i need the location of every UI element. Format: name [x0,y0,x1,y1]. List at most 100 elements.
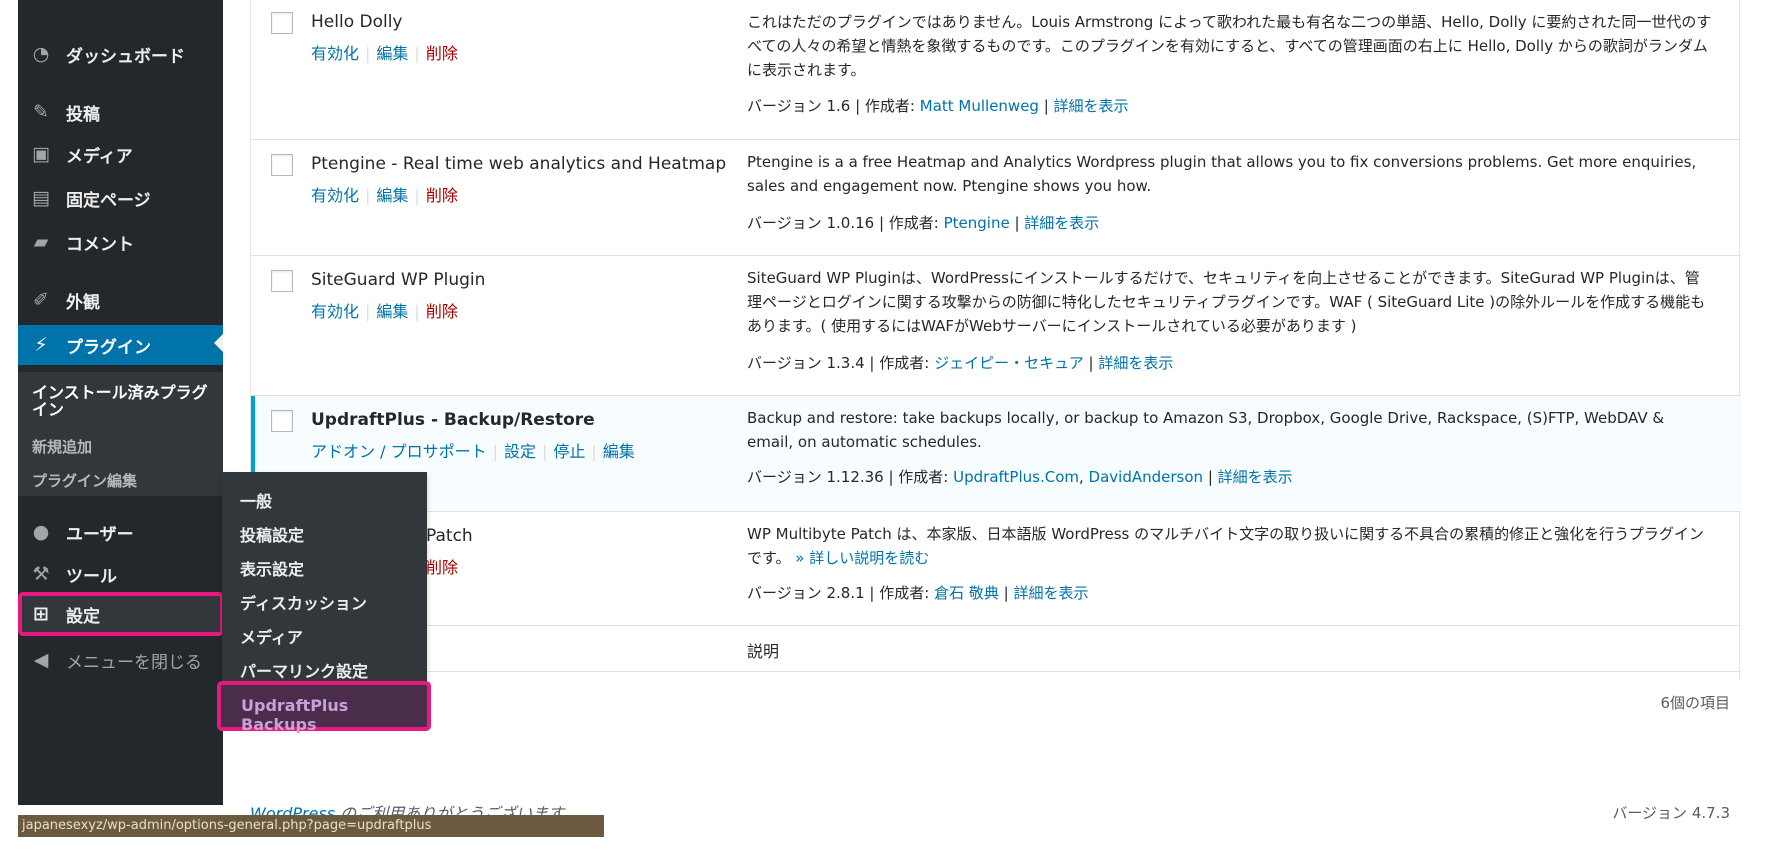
author-link[interactable]: Ptengine [944,214,1010,232]
activate-link[interactable]: 有効化 [311,186,359,205]
page-icon: ▤ [32,187,50,209]
plugins-submenu: インストール済みプラグイン 新規追加 プラグイン編集 [18,372,223,496]
details-link[interactable]: 詳細を表示 [1024,214,1099,232]
author-link[interactable]: ジェイピー・セキュア [934,354,1084,372]
menu-label: ユーザー [66,524,134,545]
browser-status-bar: japanesexyz/wp-admin/options-general.php… [18,815,604,837]
menu-label: ダッシュボード [66,46,185,67]
plugin-version: バージョン 1.12.36 | 作成者: [747,468,954,486]
edit-link[interactable]: 編集 [376,186,408,205]
plugin-name: UpdraftPlus - Backup/Restore [311,410,595,430]
plugin-row-wp-multibyte-patch: Patch 削除 WP Multibyte Patch は、本家版、日本語版 W… [251,512,1741,626]
details-link[interactable]: 詳細を表示 [1218,468,1293,486]
item-count: 6個の項目 [1660,694,1730,712]
menu-label: 投稿 [66,104,100,125]
submenu-add-new[interactable]: 新規追加 [32,436,92,457]
edit-link[interactable]: 編集 [376,302,408,321]
read-more-link[interactable]: » 詳しい説明を読む [795,549,929,567]
plugin-checkbox[interactable] [271,270,293,292]
author2-link[interactable]: DavidAnderson [1089,468,1204,486]
plugin-actions: 有効化 | 編集 | 削除 [311,186,458,205]
menu-label: 固定ページ [66,190,151,211]
menu-pages[interactable]: ▤ 固定ページ [18,180,223,216]
edit-link[interactable]: 編集 [603,442,635,461]
plugin-meta: バージョン 1.12.36 | 作成者: UpdraftPlus.Com, Da… [747,468,1293,486]
plugin-row-updraftplus: UpdraftPlus - Backup/Restore アドオン / プロサポ… [251,396,1741,512]
menu-label: プラグイン [66,337,151,358]
plugin-meta: バージョン 2.8.1 | 作成者: 倉石 敬典 | 詳細を表示 [747,584,1089,602]
addons-support-link[interactable]: アドオン / プロサポート [311,442,487,461]
flyout-updraftplus-label: UpdraftPlus Backups [241,696,349,734]
wrench-icon: ⚒ [32,563,50,585]
plugins-table: Hello Dolly 有効化 | 編集 | 削除 これはただのプラグインではありません… [250,0,1741,680]
flyout-updraftplus-backups[interactable]: UpdraftPlus Backups [217,681,431,734]
menu-label: ツール [66,566,117,587]
settings-highlight-box [18,592,224,636]
appearance-icon: ✐ [33,289,49,311]
flyout-permalinks[interactable]: パーマリンク設定 [240,658,368,682]
details-link[interactable]: 詳細を表示 [1054,97,1129,115]
plugin-name: Patch [426,526,473,546]
delete-link[interactable]: 削除 [426,186,458,205]
delete-link[interactable]: 削除 [426,558,458,577]
plugin-version: バージョン 1.0.16 | 作成者: [747,214,944,232]
plugin-icon: ⚡ [34,334,48,356]
plugin-description: Backup and restore: take backups locally… [747,409,1665,451]
flyout-writing[interactable]: 投稿設定 [240,522,304,546]
plugin-description: これはただのプラグインではありません。Louis Armstrong によって歌… [747,13,1712,79]
activate-link[interactable]: 有効化 [311,44,359,63]
edit-link[interactable]: 編集 [376,44,408,63]
activate-link[interactable]: 有効化 [311,302,359,321]
description-column-label: 説明 [747,642,780,661]
flyout-media[interactable]: メディア [240,624,303,648]
menu-posts[interactable]: ✎ 投稿 [18,94,223,130]
wp-version: バージョン 4.7.3 [1612,804,1730,822]
flyout-general[interactable]: 一般 [240,488,272,512]
user-icon: ● [32,521,50,543]
submenu-plugin-editor[interactable]: プラグイン編集 [32,470,137,491]
settings-link[interactable]: 設定 [504,442,536,461]
menu-appearance[interactable]: ✐ 外観 [18,282,223,318]
menu-media[interactable]: ▣ メディア [18,136,223,172]
admin-menu: ◔ ダッシュボード ✎ 投稿 ▣ メディア ▤ 固定ページ ▰ コメント ✐ 外… [18,0,224,805]
pin-icon: ✎ [33,101,49,123]
author-link[interactable]: Matt Mullenweg [920,97,1039,115]
menu-comments[interactable]: ▰ コメント [18,224,223,260]
menu-label: メニューを閉じる [66,652,202,673]
plugin-checkbox[interactable] [271,154,293,176]
plugin-actions: 有効化 | 編集 | 削除 [311,44,458,63]
flyout-discussion[interactable]: ディスカッション [240,590,367,614]
menu-plugins[interactable]: ⚡ プラグイン [18,325,223,365]
menu-users[interactable]: ● ユーザー [18,514,223,550]
author-link[interactable]: UpdraftPlus.Com [953,468,1079,486]
dashboard-icon: ◔ [32,43,50,65]
menu-label: 外観 [66,292,100,313]
plugin-name: SiteGuard WP Plugin [311,270,486,290]
menu-collapse[interactable]: ◀ メニューを閉じる [18,642,223,678]
submenu-installed-plugins[interactable]: インストール済みプラグイン [32,384,212,418]
plugin-checkbox[interactable] [271,410,293,432]
menu-label: メディア [66,146,133,167]
deactivate-link[interactable]: 停止 [553,442,585,461]
plugin-actions: アドオン / プロサポート | 設定 | 停止 | 編集 [311,442,635,461]
menu-dashboard[interactable]: ◔ ダッシュボード [18,36,223,72]
menu-tools[interactable]: ⚒ ツール [18,556,223,592]
plugin-name: Ptengine - Real time web analytics and H… [311,154,727,174]
plugin-name: Hello Dolly [311,12,403,32]
main-content: Hello Dolly 有効化 | 編集 | 削除 これはただのプラグインではありません… [250,0,1741,851]
plugin-version: バージョン 1.3.4 | 作成者: [747,354,935,372]
delete-link[interactable]: 削除 [426,44,458,63]
flyout-reading[interactable]: 表示設定 [240,556,304,580]
details-link[interactable]: 詳細を表示 [1098,354,1173,372]
plugin-meta: バージョン 1.3.4 | 作成者: ジェイピー・セキュア | 詳細を表示 [747,354,1174,372]
media-icon: ▣ [32,143,50,165]
comment-icon: ▰ [33,231,49,253]
author-link[interactable]: 倉石 敬典 [934,584,999,602]
plugin-description: WP Multibyte Patch は、本家版、日本語版 WordPress … [747,522,1712,570]
table-footer-row: 説明 [251,626,1741,672]
details-link[interactable]: 詳細を表示 [1013,584,1088,602]
plugin-row-siteguard: SiteGuard WP Plugin 有効化 | 編集 | 削除 SiteGuard … [251,256,1741,396]
plugin-version: バージョン 2.8.1 | 作成者: [747,584,935,602]
plugin-checkbox[interactable] [271,12,293,34]
delete-link[interactable]: 削除 [426,302,458,321]
